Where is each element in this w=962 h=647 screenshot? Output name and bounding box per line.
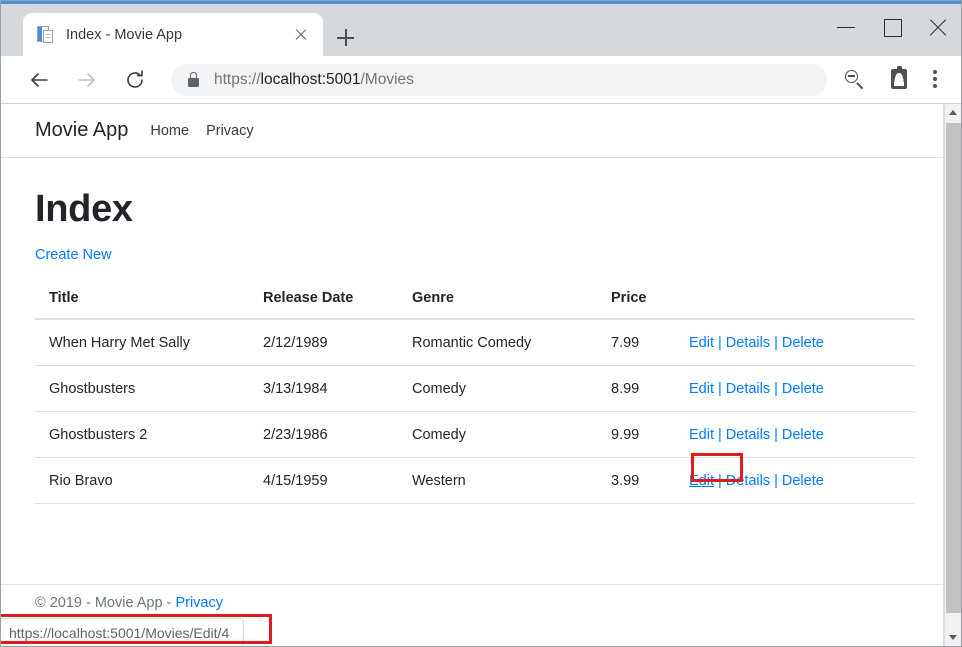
zoom-out-icon[interactable] xyxy=(837,62,873,98)
movies-table: Title Release Date Genre Price When Harr… xyxy=(35,290,915,504)
new-tab-button[interactable] xyxy=(331,24,359,52)
table-row: Ghostbusters 3/13/1984 Comedy 8.99 Edit|… xyxy=(35,366,915,412)
action-separator: | xyxy=(774,381,778,397)
scroll-down-arrow-icon[interactable] xyxy=(945,629,962,646)
cell-price: 8.99 xyxy=(611,366,689,412)
back-arrow-icon[interactable] xyxy=(21,62,57,98)
url-host: localhost:5001 xyxy=(261,71,361,88)
footer-text: © 2019 - Movie App - xyxy=(35,595,175,611)
document-icon xyxy=(37,25,54,44)
delete-link[interactable]: Delete xyxy=(782,473,824,489)
cell-genre: Western xyxy=(412,458,611,504)
table-row: Ghostbusters 2 2/23/1986 Comedy 9.99 Edi… xyxy=(35,412,915,458)
cell-actions: Edit|Details|Delete xyxy=(689,458,915,504)
url-scheme: https:// xyxy=(214,71,261,88)
tab-index-movie-app[interactable]: Index - Movie App xyxy=(23,13,323,56)
address-bar[interactable]: https://localhost:5001/Movies xyxy=(171,64,827,96)
column-header-price: Price xyxy=(611,290,689,319)
cell-actions: Edit|Details|Delete xyxy=(689,412,915,458)
action-separator: | xyxy=(774,335,778,351)
delete-link[interactable]: Delete xyxy=(782,381,824,397)
cell-title: Rio Bravo xyxy=(35,458,263,504)
action-separator: | xyxy=(774,473,778,489)
column-header-title: Title xyxy=(35,290,263,319)
nav-link-privacy[interactable]: Privacy xyxy=(206,123,254,139)
cell-title: When Harry Met Sally xyxy=(35,319,263,366)
cell-price: 9.99 xyxy=(611,412,689,458)
browser-window: Index - Movie App xyxy=(0,0,962,647)
url-path: /Movies xyxy=(361,71,414,88)
page-viewport: Movie App Home Privacy Index Create New … xyxy=(1,104,944,646)
cell-genre: Romantic Comedy xyxy=(412,319,611,366)
footer-privacy-link[interactable]: Privacy xyxy=(175,595,223,611)
footer-divider xyxy=(1,584,943,585)
close-icon[interactable] xyxy=(915,4,961,50)
edit-link[interactable]: Edit xyxy=(689,427,714,443)
site-navbar: Movie App Home Privacy xyxy=(1,104,943,158)
table-header-row: Title Release Date Genre Price xyxy=(35,290,915,319)
page-content: Index Create New Title Release Date Genr… xyxy=(1,188,943,504)
page-title: Index xyxy=(35,188,909,231)
column-header-genre: Genre xyxy=(412,290,611,319)
edit-link[interactable]: Edit xyxy=(689,473,714,489)
forward-arrow-icon[interactable] xyxy=(69,62,105,98)
profile-badge-icon[interactable] xyxy=(881,62,917,98)
cell-release: 2/23/1986 xyxy=(263,412,412,458)
details-link[interactable]: Details xyxy=(726,473,770,489)
edit-link[interactable]: Edit xyxy=(689,335,714,351)
site-footer: © 2019 - Movie App - Privacy xyxy=(35,595,223,611)
cell-price: 3.99 xyxy=(611,458,689,504)
cell-title: Ghostbusters 2 xyxy=(35,412,263,458)
cell-genre: Comedy xyxy=(412,412,611,458)
action-separator: | xyxy=(718,427,722,443)
minimize-icon[interactable] xyxy=(823,4,869,50)
reload-icon[interactable] xyxy=(117,62,153,98)
column-header-release: Release Date xyxy=(263,290,412,319)
delete-link[interactable]: Delete xyxy=(782,335,824,351)
action-separator: | xyxy=(718,473,722,489)
create-new-link[interactable]: Create New xyxy=(35,247,112,263)
tab-title: Index - Movie App xyxy=(66,27,289,43)
vertical-scrollbar[interactable] xyxy=(944,104,961,646)
window-controls xyxy=(823,4,961,50)
nav-link-home[interactable]: Home xyxy=(150,123,189,139)
cell-title: Ghostbusters xyxy=(35,366,263,412)
close-icon[interactable] xyxy=(289,23,313,47)
edit-link[interactable]: Edit xyxy=(689,381,714,397)
cell-release: 4/15/1959 xyxy=(263,458,412,504)
details-link[interactable]: Details xyxy=(726,335,770,351)
details-link[interactable]: Details xyxy=(726,381,770,397)
lock-icon xyxy=(187,72,200,87)
table-row: When Harry Met Sally 2/12/1989 Romantic … xyxy=(35,319,915,366)
cell-actions: Edit|Details|Delete xyxy=(689,319,915,366)
scrollbar-thumb[interactable] xyxy=(946,123,961,613)
cell-release: 3/13/1984 xyxy=(263,366,412,412)
cell-actions: Edit|Details|Delete xyxy=(689,366,915,412)
brand-link[interactable]: Movie App xyxy=(35,119,128,142)
action-separator: | xyxy=(718,381,722,397)
details-link[interactable]: Details xyxy=(726,427,770,443)
cell-genre: Comedy xyxy=(412,366,611,412)
three-dot-menu-icon[interactable] xyxy=(917,62,953,98)
cell-release: 2/12/1989 xyxy=(263,319,412,366)
tab-strip: Index - Movie App xyxy=(1,4,961,56)
maximize-icon[interactable] xyxy=(869,4,915,50)
action-separator: | xyxy=(718,335,722,351)
scroll-up-arrow-icon[interactable] xyxy=(945,104,962,121)
browser-toolbar: https://localhost:5001/Movies xyxy=(1,56,961,104)
column-header-actions xyxy=(689,290,915,319)
action-separator: | xyxy=(774,427,778,443)
delete-link[interactable]: Delete xyxy=(782,427,824,443)
cell-price: 7.99 xyxy=(611,319,689,366)
table-row: Rio Bravo 4/15/1959 Western 3.99 Edit|De… xyxy=(35,458,915,504)
address-bar-url: https://localhost:5001/Movies xyxy=(214,71,414,89)
link-status-bar: https://localhost:5001/Movies/Edit/4 xyxy=(1,618,244,646)
